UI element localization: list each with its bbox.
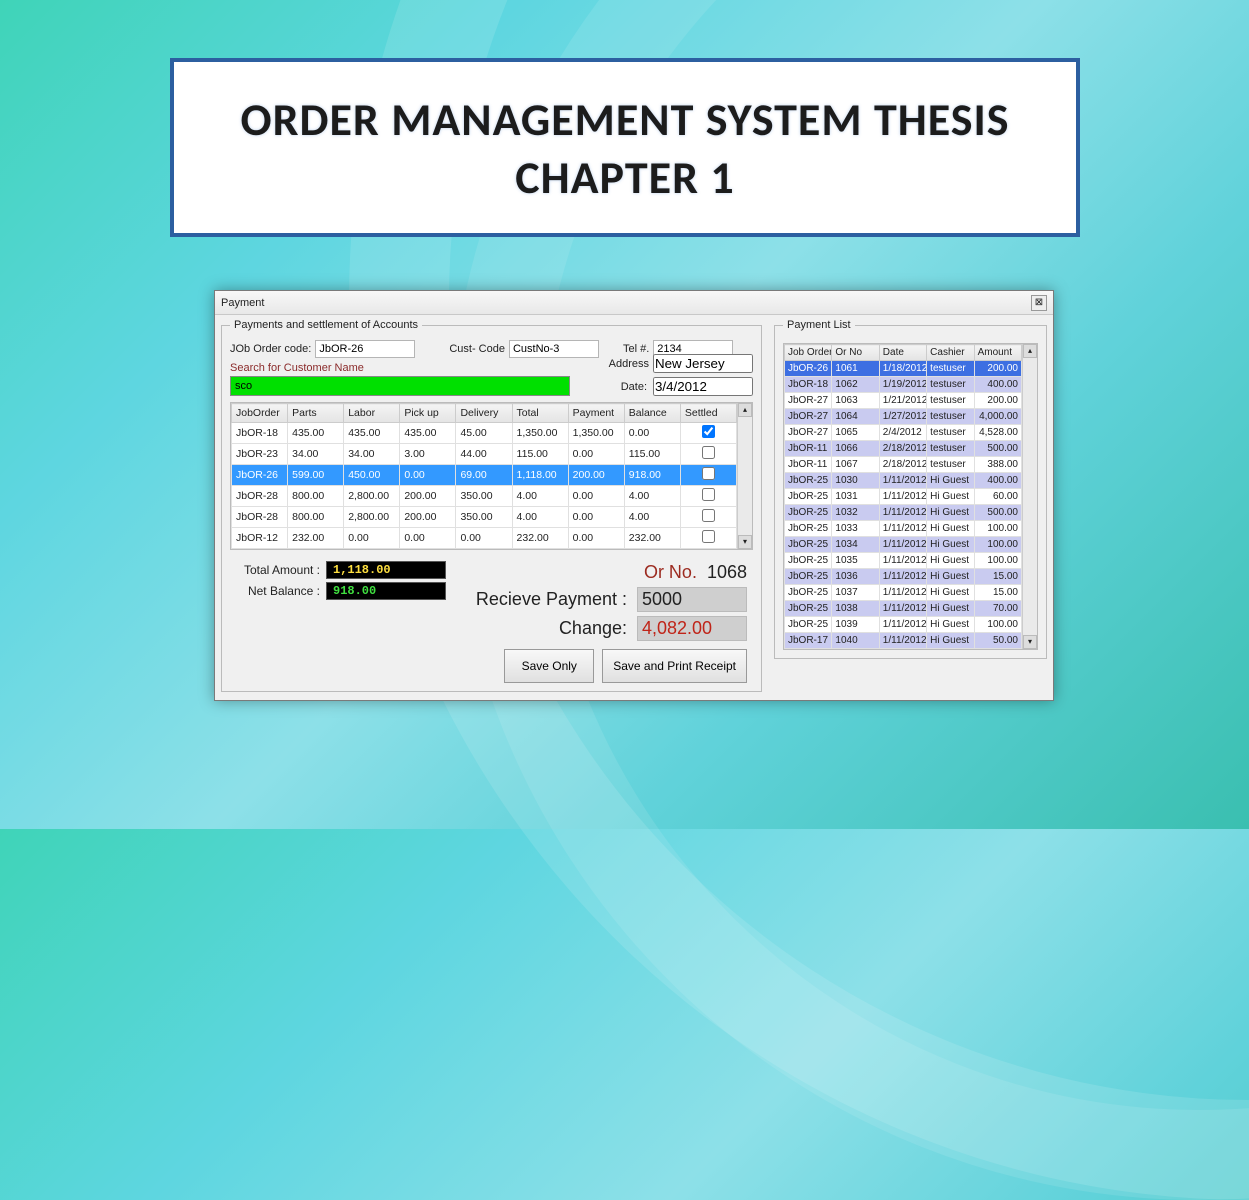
orders-header[interactable]: Delivery xyxy=(456,404,512,423)
table-row[interactable]: JbOR-28800.002,800.00200.00350.004.000.0… xyxy=(232,486,737,507)
table-row[interactable]: JbOR-2510381/11/2012Hi Guest70.00 xyxy=(785,601,1022,617)
plist-header[interactable]: Job Order xyxy=(785,345,832,361)
title-card: ORDER MANAGEMENT SYSTEM THESIS CHAPTER 1 xyxy=(170,58,1080,237)
table-row[interactable]: JbOR-2510391/11/2012Hi Guest100.00 xyxy=(785,617,1022,633)
net-balance-label: Net Balance : xyxy=(230,584,320,598)
orders-header[interactable]: Pick up xyxy=(400,404,456,423)
plist-header[interactable]: Or No xyxy=(832,345,879,361)
orders-header[interactable]: Total xyxy=(512,404,568,423)
change-label: Change: xyxy=(559,618,627,639)
search-input[interactable] xyxy=(230,376,570,396)
payment-list-fieldset: Payment List Job OrderOr NoDateCashierAm… xyxy=(774,319,1047,659)
orders-header[interactable]: Settled xyxy=(680,404,736,423)
payment-list-grid[interactable]: Job OrderOr NoDateCashierAmount JbOR-261… xyxy=(783,343,1038,650)
window-title: Payment xyxy=(221,291,264,315)
table-row[interactable]: JbOR-2510321/11/2012Hi Guest500.00 xyxy=(785,505,1022,521)
table-row[interactable]: JbOR-2510331/11/2012Hi Guest100.00 xyxy=(785,521,1022,537)
table-row[interactable]: JbOR-26599.00450.000.0069.001,118.00200.… xyxy=(232,465,737,486)
settled-checkbox[interactable] xyxy=(702,467,715,480)
plist-header[interactable]: Amount xyxy=(974,345,1021,361)
settled-checkbox[interactable] xyxy=(702,509,715,522)
table-row[interactable]: JbOR-2710652/4/2012testuser4,528.00 xyxy=(785,425,1022,441)
table-row[interactable]: JbOR-2510351/11/2012Hi Guest100.00 xyxy=(785,553,1022,569)
table-row[interactable]: JbOR-2710631/21/2012testuser200.00 xyxy=(785,393,1022,409)
scroll-down-icon[interactable]: ▾ xyxy=(738,535,752,549)
table-row[interactable]: JbOR-12232.000.000.000.00232.000.00232.0… xyxy=(232,528,737,549)
plist-header[interactable]: Cashier xyxy=(927,345,974,361)
or-no-label: Or No. xyxy=(644,562,697,583)
table-row[interactable]: JbOR-2510311/11/2012Hi Guest60.00 xyxy=(785,489,1022,505)
table-row[interactable]: JbOR-2610611/18/2012testuser200.00 xyxy=(785,361,1022,377)
table-row[interactable]: JbOR-2334.0034.003.0044.00115.000.00115.… xyxy=(232,444,737,465)
payment-window: Payment ⊠ Payments and settlement of Acc… xyxy=(214,290,1054,701)
tel-label: Tel #. xyxy=(623,343,649,355)
table-row[interactable]: JbOR-2510361/11/2012Hi Guest15.00 xyxy=(785,569,1022,585)
total-amount-value: 1,118.00 xyxy=(326,561,446,579)
scroll-up-icon[interactable]: ▴ xyxy=(1023,344,1037,358)
address-input-real[interactable] xyxy=(653,354,753,373)
title-line2: CHAPTER 1 xyxy=(515,150,734,206)
plist-scrollbar[interactable]: ▴ ▾ xyxy=(1022,344,1037,649)
settled-checkbox[interactable] xyxy=(702,446,715,459)
window-titlebar[interactable]: Payment ⊠ xyxy=(215,291,1053,315)
payment-list-legend: Payment List xyxy=(783,319,855,331)
job-order-code-input[interactable] xyxy=(315,340,415,358)
table-row[interactable]: JbOR-2710641/27/2012testuser4,000.00 xyxy=(785,409,1022,425)
table-row[interactable]: JbOR-2510341/11/2012Hi Guest100.00 xyxy=(785,537,1022,553)
orders-header[interactable]: JobOrder xyxy=(232,404,288,423)
orders-header[interactable]: Parts xyxy=(288,404,344,423)
close-icon[interactable]: ⊠ xyxy=(1031,295,1047,311)
settled-checkbox[interactable] xyxy=(702,488,715,501)
settled-checkbox[interactable] xyxy=(702,530,715,543)
orders-scrollbar[interactable]: ▴ ▾ xyxy=(737,403,752,549)
orders-grid[interactable]: JobOrderPartsLaborPick upDeliveryTotalPa… xyxy=(230,402,753,550)
table-row[interactable]: JbOR-2510301/11/2012Hi Guest400.00 xyxy=(785,473,1022,489)
receive-payment-label: Recieve Payment : xyxy=(476,589,627,610)
receive-payment-input[interactable]: 5000 xyxy=(637,587,747,612)
accounts-legend: Payments and settlement of Accounts xyxy=(230,319,422,331)
table-row[interactable]: JbOR-1110672/18/2012testuser388.00 xyxy=(785,457,1022,473)
or-no-value: 1068 xyxy=(707,562,747,583)
plist-header[interactable]: Date xyxy=(879,345,926,361)
table-row[interactable]: JbOR-1810621/19/2012testuser400.00 xyxy=(785,377,1022,393)
cust-code-input[interactable] xyxy=(509,340,599,358)
table-row[interactable]: JbOR-2510371/11/2012Hi Guest15.00 xyxy=(785,585,1022,601)
net-balance-value: 918.00 xyxy=(326,582,446,600)
table-row[interactable]: JbOR-28800.002,800.00200.00350.004.000.0… xyxy=(232,507,737,528)
save-print-button[interactable]: Save and Print Receipt xyxy=(602,649,747,683)
accounts-fieldset: Payments and settlement of Accounts JOb … xyxy=(221,319,762,692)
table-row[interactable]: JbOR-18435.00435.00435.0045.001,350.001,… xyxy=(232,423,737,444)
settled-checkbox[interactable] xyxy=(702,425,715,438)
orders-header[interactable]: Balance xyxy=(624,404,680,423)
orders-header[interactable]: Labor xyxy=(344,404,400,423)
scroll-down-icon[interactable]: ▾ xyxy=(1023,635,1037,649)
date-label: Date: xyxy=(621,381,647,393)
table-row[interactable]: JbOR-1710401/11/2012Hi Guest50.00 xyxy=(785,633,1022,649)
title-line1: ORDER MANAGEMENT SYSTEM THESIS xyxy=(240,92,1009,148)
date-input[interactable] xyxy=(653,377,753,396)
address-label-real: Address xyxy=(609,358,649,370)
change-value: 4,082.00 xyxy=(637,616,747,641)
save-only-button[interactable]: Save Only xyxy=(504,649,594,683)
cust-code-label: Cust- Code xyxy=(449,343,505,355)
job-order-code-label: JOb Order code: xyxy=(230,343,311,355)
orders-header[interactable]: Payment xyxy=(568,404,624,423)
page-title: ORDER MANAGEMENT SYSTEM THESIS CHAPTER 1 xyxy=(194,92,1056,207)
total-amount-label: Total Amount : xyxy=(230,563,320,577)
table-row[interactable]: JbOR-1110662/18/2012testuser500.00 xyxy=(785,441,1022,457)
scroll-up-icon[interactable]: ▴ xyxy=(738,403,752,417)
